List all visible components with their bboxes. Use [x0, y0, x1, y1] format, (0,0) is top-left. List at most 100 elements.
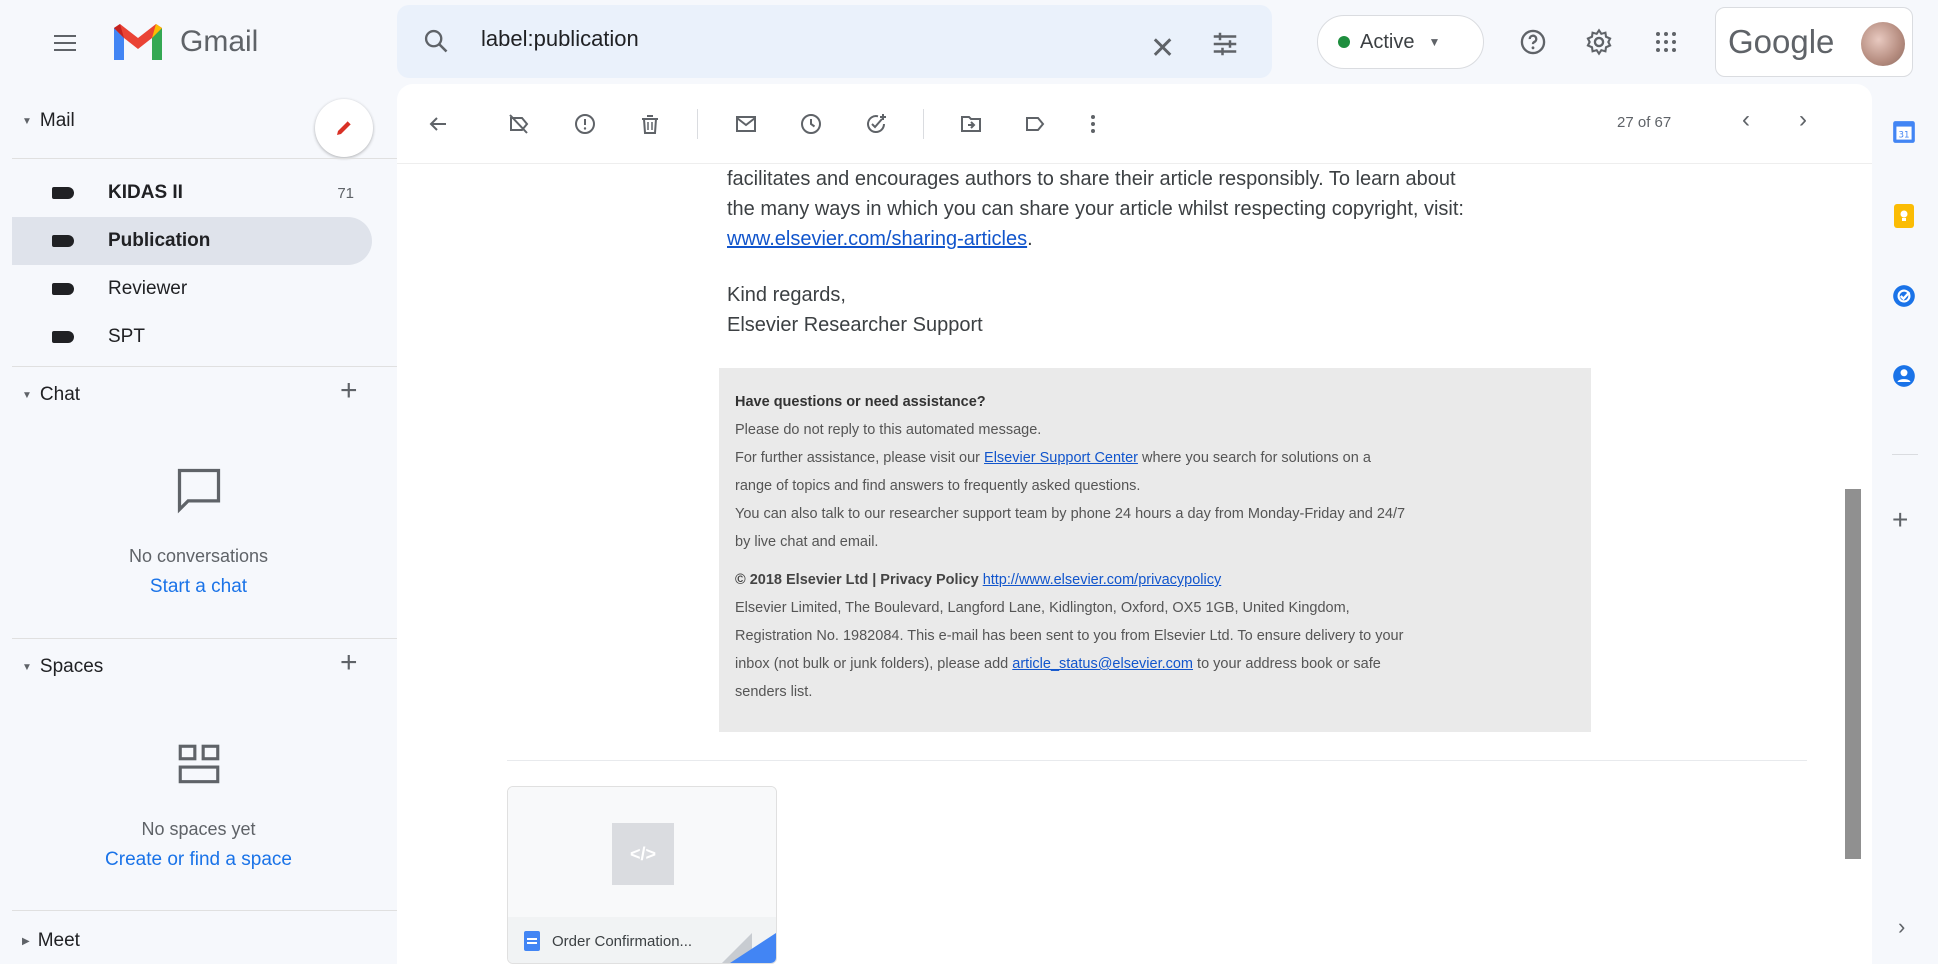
- spaces-section-title: Spaces: [39, 656, 104, 677]
- header: Gmail ✕ Active ▼: [0, 0, 1938, 84]
- sidebar-label-kidas-ii[interactable]: KIDAS II 71: [12, 169, 372, 217]
- unread-count: 71: [337, 184, 354, 202]
- label-name: KIDAS II: [108, 182, 183, 203]
- back-arrow-icon[interactable]: [422, 108, 454, 140]
- divider: [12, 158, 397, 159]
- label-name: Publication: [108, 230, 211, 251]
- divider: [12, 910, 397, 911]
- apps-grid-icon[interactable]: [1650, 26, 1682, 58]
- chat-section-header[interactable]: ▼ Chat: [22, 384, 80, 406]
- new-chat-plus-icon[interactable]: +: [340, 374, 358, 408]
- search-bar: ✕: [397, 5, 1272, 78]
- collapse-triangle-icon: ▼: [22, 115, 32, 127]
- new-space-plus-icon[interactable]: +: [340, 646, 358, 680]
- sidebar: ▼ Mail KIDAS II 71 Publication Reviewer …: [0, 84, 397, 964]
- hamburger-icon-line: [54, 49, 76, 51]
- status-dropdown[interactable]: Active ▼: [1317, 15, 1484, 69]
- gmail-logo[interactable]: Gmail: [110, 20, 258, 64]
- clear-search-icon[interactable]: ✕: [1150, 31, 1175, 66]
- tasks-icon[interactable]: [1888, 280, 1920, 312]
- remove-label-icon[interactable]: [503, 108, 535, 140]
- contacts-icon[interactable]: [1888, 360, 1920, 392]
- footer-line: Elsevier Limited, The Boulevard, Langfor…: [735, 600, 1350, 616]
- compose-button[interactable]: [315, 99, 373, 157]
- label-tag-icon: [52, 283, 74, 295]
- chat-section-title: Chat: [39, 384, 81, 405]
- calendar-icon[interactable]: 31: [1888, 116, 1920, 148]
- collapse-triangle-icon: ▼: [22, 389, 32, 401]
- copyright-line: © 2018 Elsevier Ltd | Privacy Policy htt…: [735, 566, 1575, 594]
- svg-text:31: 31: [1898, 130, 1909, 140]
- expand-panel-chevron-icon[interactable]: ›: [1898, 914, 1905, 940]
- add-to-tasks-icon[interactable]: [860, 108, 892, 140]
- paragraph-line: www.elsevier.com/sharing-articles.: [727, 224, 1464, 254]
- footer-line: by live chat and email.: [735, 534, 879, 550]
- footer-line: You can also talk to our researcher supp…: [735, 506, 1406, 522]
- help-icon[interactable]: [1517, 26, 1549, 58]
- copyright-text: © 2018 Elsevier Ltd | Privacy Policy: [735, 572, 979, 588]
- get-addons-plus-icon[interactable]: +: [1892, 504, 1908, 536]
- scrollbar-thumb[interactable]: [1845, 489, 1861, 859]
- sidebar-label-spt[interactable]: SPT: [12, 313, 372, 361]
- account-switcher[interactable]: Google: [1715, 7, 1913, 77]
- footer-info-box: Have questions or need assistance? Pleas…: [719, 368, 1591, 732]
- no-spaces-text: No spaces yet: [141, 819, 256, 839]
- message-view: 27 of 67 ‹ › facilitates and encourages …: [397, 84, 1872, 964]
- sharing-articles-link[interactable]: www.elsevier.com/sharing-articles: [727, 228, 1027, 250]
- rail-divider: [1892, 454, 1918, 455]
- document-icon: [524, 931, 540, 951]
- main-menu-button[interactable]: [44, 26, 86, 60]
- support-center-link[interactable]: Elsevier Support Center: [984, 450, 1138, 466]
- hamburger-icon-line: [54, 42, 76, 44]
- message-toolbar: 27 of 67 ‹ ›: [397, 84, 1872, 164]
- closing-text: Kind regards,: [727, 284, 846, 306]
- keep-notes-icon[interactable]: [1888, 200, 1920, 232]
- attachment-card[interactable]: </> Order Confirmation...: [507, 786, 777, 964]
- google-brand: Google: [1728, 23, 1835, 60]
- no-conversations-text: No conversations: [128, 546, 269, 566]
- gmail-m-icon: [114, 24, 162, 60]
- create-space-link[interactable]: Create or find a space: [0, 849, 397, 871]
- search-icon[interactable]: [422, 27, 450, 55]
- status-dot-icon: [1338, 36, 1350, 48]
- older-chevron-icon[interactable]: ›: [1799, 106, 1807, 134]
- footer-question: Have questions or need assistance?: [735, 394, 986, 410]
- mark-unread-mail-icon[interactable]: [730, 108, 762, 140]
- report-spam-icon[interactable]: [569, 108, 601, 140]
- toolbar-divider: [697, 109, 698, 139]
- sidebar-label-reviewer[interactable]: Reviewer: [12, 265, 372, 313]
- divider: [12, 366, 397, 367]
- paragraph-line: the many ways in which you can share you…: [727, 198, 1464, 220]
- attachment-corner: [730, 933, 776, 963]
- code-file-icon: </>: [612, 823, 674, 885]
- newer-chevron-icon[interactable]: ‹: [1742, 106, 1750, 134]
- app-name: Gmail: [180, 25, 259, 58]
- paragraph-line: facilitates and encourages authors to sh…: [727, 168, 1456, 190]
- footer-line: range of topics and find answers to freq…: [735, 478, 1141, 494]
- expand-triangle-icon: ▶: [22, 935, 30, 947]
- hamburger-icon: [54, 35, 76, 37]
- spaces-section-header[interactable]: ▼ Spaces: [22, 656, 103, 678]
- settings-gear-icon[interactable]: [1583, 26, 1615, 58]
- move-to-folder-icon[interactable]: [955, 108, 987, 140]
- mail-section-header[interactable]: ▼ Mail: [22, 110, 75, 132]
- text: where you search for solutions on a: [1137, 450, 1371, 466]
- search-options-icon[interactable]: [1210, 29, 1240, 59]
- text: to your address book or safe: [1193, 656, 1381, 672]
- start-chat-link[interactable]: Start a chat: [0, 576, 397, 598]
- privacy-policy-link[interactable]: http://www.elsevier.com/privacypolicy: [983, 572, 1222, 588]
- delete-trash-icon[interactable]: [634, 108, 666, 140]
- message-closing: Kind regards, Elsevier Researcher Suppor…: [727, 280, 983, 340]
- footer-line: inbox (not bulk or junk folders), please…: [735, 650, 1575, 678]
- sidebar-label-publication[interactable]: Publication: [12, 217, 372, 265]
- label-icon[interactable]: [1019, 108, 1051, 140]
- search-input[interactable]: [481, 26, 1101, 52]
- snooze-clock-icon[interactable]: [795, 108, 827, 140]
- article-status-email-link[interactable]: article_status@elsevier.com: [1012, 656, 1193, 672]
- status-label: Active: [1360, 30, 1415, 53]
- meet-section-header[interactable]: ▶ Meet: [22, 930, 80, 952]
- label-tag-icon: [52, 331, 74, 343]
- avatar[interactable]: [1861, 22, 1905, 66]
- signature-text: Elsevier Researcher Support: [727, 314, 983, 336]
- more-vertical-icon[interactable]: [1077, 108, 1109, 140]
